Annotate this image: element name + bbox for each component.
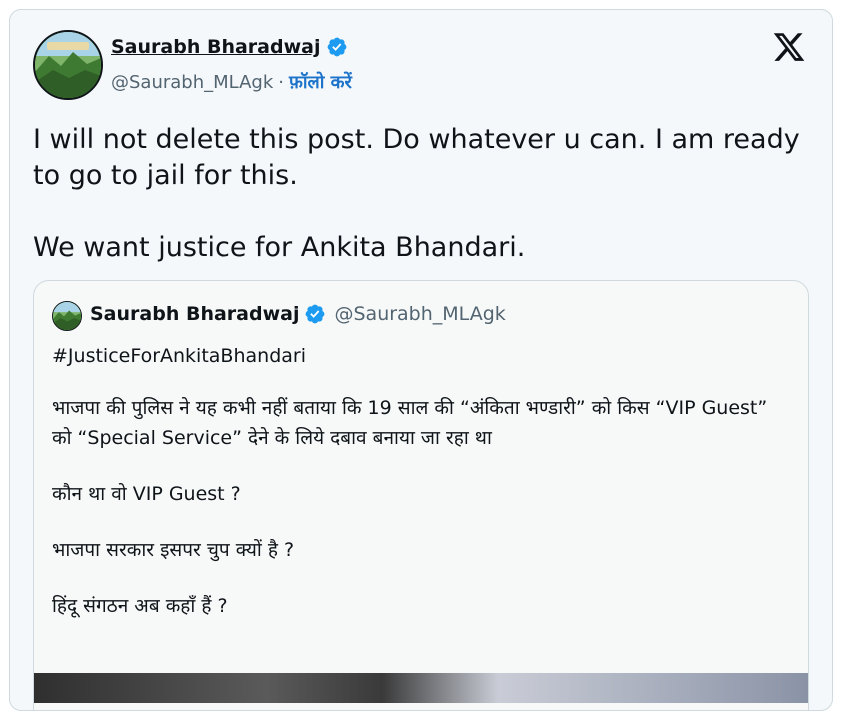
tweet-text-line-1: I will not delete this post. Do whatever… <box>33 124 800 191</box>
separator-dot: · <box>278 71 284 93</box>
author-avatar[interactable] <box>33 30 103 100</box>
author-name-row: Saurabh Bharadwaj <box>111 36 348 58</box>
quoted-paragraph-3: भाजपा सरकार इसपर चुप क्यों है ? <box>52 539 295 561</box>
embedded-tweet-card: Saurabh Bharadwaj @Saurabh_MLAgk · फ़ॉलो… <box>9 9 833 711</box>
quoted-paragraph-1: भाजपा की पुलिस ने यह कभी नहीं बताया कि 1… <box>52 397 768 449</box>
quoted-author-row: Saurabh Bharadwaj @Saurabh_MLAgk <box>90 303 506 325</box>
quoted-media-image[interactable] <box>34 673 808 703</box>
verified-badge-icon <box>328 37 347 57</box>
quoted-author-avatar <box>52 301 82 331</box>
quoted-tweet-text: #JusticeForAnkitaBhandari भाजपा की पुलिस… <box>52 341 792 621</box>
follow-button[interactable]: फ़ॉलो करें <box>289 70 352 94</box>
author-handle[interactable]: @Saurabh_MLAgk <box>111 72 273 93</box>
quoted-paragraph-2: कौन था वो VIP Guest ? <box>52 483 241 505</box>
tweet-text-line-2: We want justice for Ankita Bhandari. <box>33 232 526 263</box>
author-name[interactable]: Saurabh Bharadwaj <box>111 36 320 58</box>
author-handle-row: @Saurabh_MLAgk · फ़ॉलो करें <box>111 70 352 94</box>
tweet-text: I will not delete this post. Do whatever… <box>33 122 813 266</box>
hashtag-link[interactable]: #JusticeForAnkitaBhandari <box>52 341 792 371</box>
quoted-author-handle: @Saurabh_MLAgk <box>334 303 506 325</box>
verified-badge-icon <box>306 304 325 324</box>
quoted-paragraph-4: हिंदू संगठन अब कहाँ हैं ? <box>52 595 228 617</box>
x-logo-icon[interactable] <box>772 30 806 64</box>
quoted-author-name: Saurabh Bharadwaj <box>90 303 300 325</box>
quoted-tweet[interactable]: Saurabh Bharadwaj @Saurabh_MLAgk #Justic… <box>33 280 809 710</box>
